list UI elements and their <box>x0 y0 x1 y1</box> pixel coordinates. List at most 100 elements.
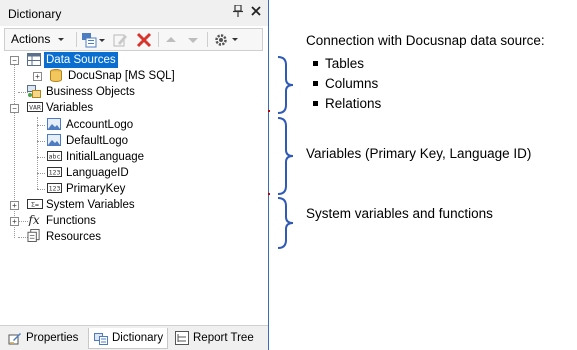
toolbar-separator <box>158 32 159 47</box>
tab-dictionary[interactable]: Dictionary <box>88 328 168 349</box>
tree-node-label: DefaultLogo <box>66 135 129 147</box>
tab-label: Properties <box>26 332 79 344</box>
tree-line <box>37 141 45 142</box>
delete-button[interactable] <box>136 29 152 50</box>
tree-node-label: Variables <box>46 102 94 114</box>
settings-button[interactable] <box>213 29 241 50</box>
business-objects-icon <box>27 85 41 98</box>
tree-node-account-logo[interactable]: AccountLogo <box>47 117 135 133</box>
annotation-bullet: Relations <box>313 94 381 114</box>
tab-label: Dictionary <box>112 332 164 344</box>
tree-node-language-id[interactable]: 123 LanguageID <box>47 165 131 181</box>
tree-node-data-sources[interactable]: Data Sources <box>27 52 118 68</box>
tab-report-tree[interactable]: Report Tree <box>175 328 265 349</box>
collapse-toggle-variables[interactable]: − <box>10 104 19 113</box>
tree-node-label: PrimaryKey <box>66 183 126 195</box>
image-icon <box>47 134 61 146</box>
new-items-button[interactable] <box>81 29 107 50</box>
toolbar-separator <box>76 32 77 47</box>
svg-text:abc: abc <box>49 153 61 161</box>
edit-icon <box>113 34 127 47</box>
variable-icon: VAR <box>27 102 43 112</box>
annotation-system: System variables and functions <box>306 206 493 221</box>
tree-node-label: Resources <box>46 231 101 243</box>
marker-dot <box>268 193 270 195</box>
move-down-icon <box>188 37 198 43</box>
tree-line <box>37 189 45 190</box>
properties-icon <box>8 332 21 345</box>
brace-system <box>277 197 294 249</box>
expand-toggle-system-variables[interactable]: + <box>10 201 19 210</box>
move-down-button[interactable] <box>186 29 200 50</box>
annotation-bullet: Tables <box>313 54 381 74</box>
tree-line <box>37 173 45 174</box>
tree-line <box>37 117 38 189</box>
tree-line <box>37 125 45 126</box>
svg-text:fx: fx <box>27 213 39 226</box>
delete-icon <box>136 32 152 47</box>
collapse-toggle-data-sources[interactable]: − <box>10 56 19 65</box>
function-icon: fx <box>27 213 39 226</box>
actions-menu-button[interactable]: Actions <box>11 29 65 50</box>
dictionary-toolbar: Actions <box>4 28 263 51</box>
database-icon <box>50 69 62 82</box>
tree-node-label: DocuSnap [MS SQL] <box>68 70 175 82</box>
close-icon[interactable] <box>251 4 261 19</box>
tree-node-default-logo[interactable]: DefaultLogo <box>47 133 130 149</box>
expand-toggle-functions[interactable]: + <box>10 217 19 226</box>
svg-text:Σ=: Σ= <box>31 201 39 209</box>
annotation-connection-list: Tables Columns Relations <box>313 54 381 114</box>
system-variable-icon: Σ= <box>27 199 43 209</box>
dictionary-icon <box>94 332 108 345</box>
svg-text:123: 123 <box>49 169 61 177</box>
tree-node-label: System Variables <box>46 199 135 211</box>
toolbar-separator <box>207 32 208 47</box>
number-variable-icon: 123 <box>47 167 62 177</box>
panel-tab-bar: Properties Dictionary Report Tree <box>0 325 268 350</box>
tree-node-label: AccountLogo <box>66 119 134 131</box>
dictionary-panel: Dictionary Actions − Data Sources + Docu… <box>0 0 269 350</box>
dictionary-tree: − Data Sources + DocuSnap [MS SQL] Busin… <box>0 52 268 322</box>
edit-button[interactable] <box>112 29 128 50</box>
brace-variables <box>277 117 294 195</box>
tree-node-functions[interactable]: fx Functions <box>27 213 98 229</box>
annotation-bullet: Columns <box>313 74 381 94</box>
annotation-variables: Variables (Primary Key, Language ID) <box>306 146 532 161</box>
tree-node-label: LanguageID <box>66 167 129 179</box>
tree-node-label: Data Sources <box>44 52 118 68</box>
table-icon <box>27 53 41 66</box>
actions-label: Actions <box>11 32 51 46</box>
tab-label: Report Tree <box>193 332 254 344</box>
svg-text:123: 123 <box>49 185 61 193</box>
panel-titlebar: Dictionary <box>0 0 268 26</box>
tree-node-primary-key[interactable]: 123 PrimaryKey <box>47 181 127 197</box>
expand-toggle-docusnap[interactable]: + <box>33 72 42 81</box>
tree-node-label: InitialLanguage <box>66 151 145 163</box>
new-items-icon <box>82 32 105 48</box>
tree-node-initial-language[interactable]: abc InitialLanguage <box>47 149 146 165</box>
tree-line <box>37 157 45 158</box>
tab-properties[interactable]: Properties <box>8 328 86 349</box>
svg-text:VAR: VAR <box>29 104 41 112</box>
chevron-down-icon <box>57 37 64 41</box>
tree-line <box>14 60 15 238</box>
settings-icon <box>215 34 238 46</box>
tree-node-variables[interactable]: VAR Variables <box>27 100 95 116</box>
number-variable-icon: 123 <box>47 183 62 193</box>
tree-node-system-variables[interactable]: Σ= System Variables <box>27 197 137 213</box>
marker-dot <box>268 110 270 112</box>
report-tree-icon <box>175 330 189 345</box>
resources-icon <box>27 229 40 242</box>
brace-connection <box>277 56 294 114</box>
tree-node-label: Business Objects <box>46 86 135 98</box>
tree-node-business-objects[interactable]: Business Objects <box>27 84 137 100</box>
image-icon <box>47 118 61 130</box>
tree-node-docusnap[interactable]: DocuSnap [MS SQL] <box>49 68 177 84</box>
move-up-icon <box>166 36 176 42</box>
move-up-button[interactable] <box>164 29 178 50</box>
pin-icon[interactable] <box>233 4 243 20</box>
annotation-connection-title: Connection with Docusnap data source: <box>306 33 545 48</box>
tree-node-resources[interactable]: Resources <box>27 229 103 245</box>
string-variable-icon: abc <box>47 151 62 161</box>
tree-node-label: Functions <box>46 215 96 227</box>
